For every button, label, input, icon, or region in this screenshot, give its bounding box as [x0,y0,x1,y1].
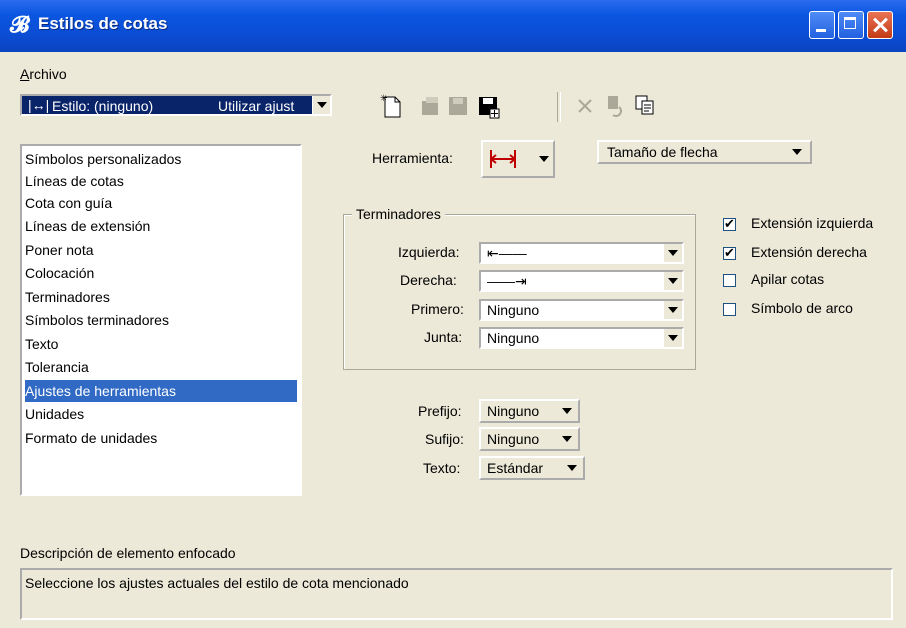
stack-dims-checkbox[interactable] [723,274,736,287]
menu-bar: Archivo [0,52,906,82]
chevron-down-icon [664,244,682,262]
text-style-label: Texto: [423,460,461,476]
category-list[interactable]: Símbolos personalizados Líneas de cotas … [20,144,302,496]
save-icon [449,97,467,115]
menu-archivo-rest: rchivo [29,66,67,82]
left-extension-label[interactable]: Extensión izquierda [751,215,873,231]
chevron-down-icon [788,142,806,162]
stack-dims-label[interactable]: Apilar cotas [751,271,824,287]
app-icon: 𝓑 [10,12,30,38]
first-terminator-select[interactable]: Ninguno [479,299,684,321]
left-terminator-label: Izquierda: [398,244,460,260]
joint-terminator-select[interactable]: Ninguno [479,327,684,349]
copy-icon[interactable] [633,93,657,119]
suffix-combo[interactable]: Ninguno [479,427,580,451]
chevron-down-icon [535,142,551,176]
prefix-label: Prefijo: [418,403,462,419]
joint-terminator-label: Junta: [424,329,463,345]
menu-archivo[interactable]: Archivo [20,66,67,82]
dimension-icon: |↔| [28,97,50,113]
chevron-down-icon[interactable] [312,96,330,114]
list-item[interactable]: Texto [25,333,297,355]
new-icon[interactable]: ✳ [380,93,404,119]
minimize-button[interactable] [809,11,835,39]
right-terminator-value: ——⇥ [487,273,527,289]
list-item[interactable]: Terminadores [25,286,297,308]
list-item[interactable]: Unidades [25,403,297,425]
right-terminator-select[interactable]: ——⇥ [479,270,684,292]
chevron-down-icon [664,301,682,319]
description-text: Seleccione los ajustes actuales del esti… [25,575,409,591]
text-style-combo[interactable]: Estándar [479,456,585,480]
text-style-value: Estándar [487,460,544,476]
dimension-tool-icon [490,150,516,168]
list-item[interactable]: Símbolos personalizados [25,148,297,170]
right-extension-checkbox[interactable] [723,245,736,261]
chevron-down-icon [664,329,682,347]
joint-terminator-value: Ninguno [487,330,540,346]
style-combo[interactable]: |↔| Estilo: (ninguno) Utilizar ajust [20,94,332,116]
chevron-down-icon [563,458,581,478]
tool-label: Herramienta: [372,150,453,166]
style-combo-option: Utilizar ajust [218,98,295,114]
suffix-value: Ninguno [487,431,540,447]
chevron-down-icon [664,272,682,290]
properties-icon [422,97,438,115]
left-terminator-select[interactable]: ⇤—— [479,242,684,264]
chevron-down-icon [558,429,576,449]
first-terminator-value: Ninguno [487,302,540,318]
tool-button[interactable] [481,140,555,178]
reset-icon [608,96,622,117]
save-as-icon[interactable] [476,93,500,119]
list-item[interactable]: Formato de unidades [25,427,297,449]
style-combo-label: Estilo: (ninguno) [52,98,154,114]
prefix-combo[interactable]: Ninguno [479,399,580,423]
prefix-value: Ninguno [487,403,540,419]
first-terminator-label: Primero: [411,301,464,317]
close-button[interactable] [867,11,893,39]
title-bar[interactable]: 𝓑 Estilos de cotas [0,0,906,53]
maximize-button[interactable] [838,11,864,39]
arrow-size-combo[interactable]: Tamaño de flecha [597,140,812,164]
list-item-selected[interactable]: Ajustes de herramientas [25,380,297,402]
list-item[interactable]: Símbolos terminadores [25,309,297,331]
suffix-label: Sufijo: [425,431,464,447]
description-title: Descripción de elemento enfocado [20,545,236,561]
arc-symbol-checkbox[interactable] [723,303,736,316]
right-extension-label[interactable]: Extensión derecha [751,244,867,260]
description-box: Seleccione los ajustes actuales del esti… [20,568,893,620]
list-item[interactable]: Tolerancia [25,356,297,378]
list-item[interactable]: Cota con guía [25,192,297,214]
arc-symbol-label[interactable]: Símbolo de arco [751,300,853,316]
list-item[interactable]: Poner nota [25,239,297,261]
toolbar-separator [557,92,561,122]
right-terminator-label: Derecha: [400,272,457,288]
arrow-size-label: Tamaño de flecha [607,144,718,160]
svg-text:✳: ✳ [380,93,388,103]
list-item[interactable]: Líneas de cotas [25,170,297,192]
delete-icon [578,99,592,113]
left-terminator-value: ⇤—— [487,245,527,261]
window-title: Estilos de cotas [38,14,168,33]
terminators-title: Terminadores [352,206,445,222]
list-item[interactable]: Líneas de extensión [25,215,297,237]
chevron-down-icon [558,401,576,421]
left-extension-checkbox[interactable] [723,216,736,232]
list-item[interactable]: Colocación [25,262,297,284]
